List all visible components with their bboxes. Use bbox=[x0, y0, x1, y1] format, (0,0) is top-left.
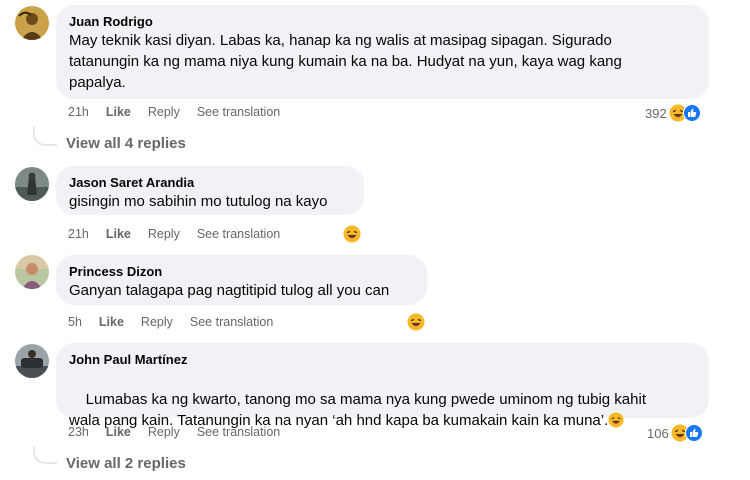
like-emoji-icon bbox=[684, 424, 703, 442]
comment-timestamp[interactable]: 21h bbox=[68, 227, 89, 241]
comment-text-body: Lumabas ka ng kwarto, tanong mo sa mama … bbox=[69, 391, 646, 429]
comment-text: gisingin mo sabihin mo tutulog na kayo bbox=[69, 193, 328, 210]
comment-author[interactable]: Princess Dizon bbox=[69, 263, 415, 280]
avatar[interactable] bbox=[15, 6, 49, 40]
reaction-summary[interactable]: 392 bbox=[645, 104, 701, 122]
see-translation-link[interactable]: See translation bbox=[197, 425, 280, 439]
comment-bubble: Jason Saret Arandia gisingin mo sabihin … bbox=[56, 166, 364, 215]
comment-bubble: Princess Dizon Ganyan talagapa pag nagti… bbox=[56, 255, 427, 305]
haha-emoji-icon bbox=[608, 412, 624, 428]
thread-connector bbox=[33, 126, 57, 146]
view-replies-link[interactable]: View all 4 replies bbox=[66, 135, 186, 152]
like-emoji-icon bbox=[682, 104, 701, 122]
comment-actions: 5h Like Reply See translation bbox=[68, 315, 273, 329]
reply-button[interactable]: Reply bbox=[148, 227, 180, 241]
like-button[interactable]: Like bbox=[106, 227, 131, 241]
avatar[interactable] bbox=[15, 255, 49, 289]
comment-actions: 21h Like Reply See translation bbox=[68, 105, 280, 119]
comment-timestamp[interactable]: 23h bbox=[68, 425, 89, 439]
see-translation-link[interactable]: See translation bbox=[197, 105, 280, 119]
avatar[interactable] bbox=[15, 344, 49, 378]
reaction-summary[interactable] bbox=[343, 225, 361, 243]
thread-connector bbox=[33, 446, 57, 464]
like-button[interactable]: Like bbox=[106, 105, 131, 119]
like-button[interactable]: Like bbox=[99, 315, 124, 329]
haha-emoji-icon bbox=[343, 225, 361, 243]
like-button[interactable]: Like bbox=[106, 425, 131, 439]
comment-timestamp[interactable]: 5h bbox=[68, 315, 82, 329]
comment-author[interactable]: Jason Saret Arandia bbox=[69, 174, 352, 191]
comment-bubble: John Paul Martínez Lumabas ka ng kwarto,… bbox=[56, 343, 709, 429]
comment-actions: 23h Like Reply See translation bbox=[68, 425, 280, 439]
view-replies-link[interactable]: View all 2 replies bbox=[66, 455, 186, 472]
comment-author[interactable]: Juan Rodrigo bbox=[69, 13, 697, 30]
see-translation-link[interactable]: See translation bbox=[197, 227, 280, 241]
comment-author[interactable]: John Paul Martínez bbox=[69, 351, 697, 368]
comment-bubble: Juan Rodrigo May teknik kasi diyan. Laba… bbox=[56, 5, 709, 99]
reaction-count: 392 bbox=[645, 105, 667, 121]
comment-actions: 21h Like Reply See translation bbox=[68, 227, 280, 241]
reaction-summary[interactable]: 106 bbox=[647, 424, 703, 442]
reply-button[interactable]: Reply bbox=[141, 315, 173, 329]
reaction-count: 106 bbox=[647, 425, 669, 441]
reply-button[interactable]: Reply bbox=[148, 425, 180, 439]
comment-text: Lumabas ka ng kwarto, tanong mo sa mama … bbox=[69, 368, 697, 452]
reply-button[interactable]: Reply bbox=[148, 105, 180, 119]
comment-text: May teknik kasi diyan. Labas ka, hanap k… bbox=[69, 32, 622, 91]
reaction-summary[interactable] bbox=[407, 313, 425, 331]
see-translation-link[interactable]: See translation bbox=[190, 315, 273, 329]
haha-emoji-icon bbox=[407, 313, 425, 331]
comment-timestamp[interactable]: 21h bbox=[68, 105, 89, 119]
avatar[interactable] bbox=[15, 167, 49, 201]
comment-text: Ganyan talagapa pag nagtitipid tulog all… bbox=[69, 282, 390, 299]
